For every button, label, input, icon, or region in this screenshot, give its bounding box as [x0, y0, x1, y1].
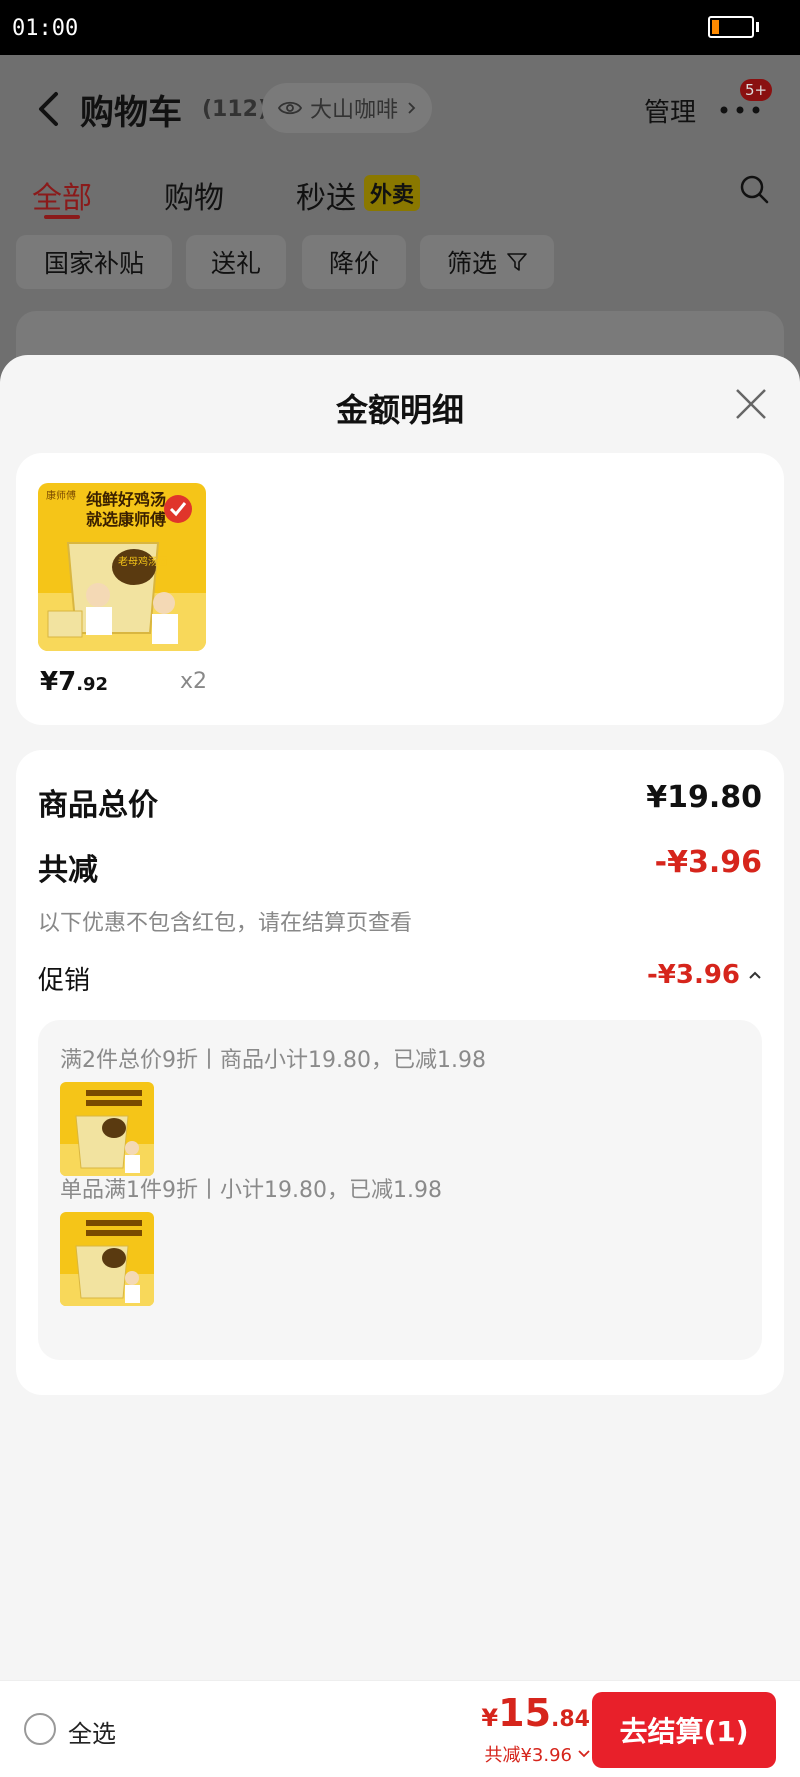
- discount-note: 以下优惠不包含红包，请在结算页查看: [38, 911, 413, 936]
- total-saved-toggle[interactable]: 共减¥3.96: [484, 1741, 590, 1767]
- filter-price-drop[interactable]: 降价: [302, 235, 406, 289]
- cart-count: (112): [202, 97, 269, 122]
- total-price-label: 商品总价: [38, 788, 158, 823]
- filter-national-subsidy[interactable]: 国家补贴: [16, 235, 172, 289]
- promotion-details: 满2件总价9折丨商品小计19.80，已减1.98 单品满1件9折丨小计19.80…: [38, 1020, 762, 1360]
- promotion-rule-1: 满2件总价9折丨商品小计19.80，已减1.98: [60, 1048, 486, 1073]
- chevron-right-icon: [408, 102, 416, 114]
- total-amount: ¥15.84: [481, 1691, 590, 1735]
- close-icon[interactable]: [734, 387, 768, 421]
- product-price: ¥7.92: [40, 667, 108, 697]
- tab-instant[interactable]: 秒送: [296, 173, 356, 217]
- filter-label: 国家补贴: [43, 249, 144, 278]
- eye-icon: [278, 101, 302, 115]
- select-all-label[interactable]: 全选: [68, 1714, 116, 1749]
- notification-badge: 5+: [740, 79, 773, 101]
- takeout-badge: 外卖: [364, 175, 421, 211]
- tab-active-indicator: [44, 215, 80, 219]
- promotion-product-thumb: [60, 1082, 154, 1176]
- product-seal-text: 老母鸡汤面: [118, 555, 168, 568]
- discount-label: 共减: [38, 853, 98, 888]
- amount-detail-sheet: 金额明细 康师傅 纯鲜好鸡汤 就选康师傅 老母鸡汤面 ¥7.92 x2 商品总价…: [0, 355, 800, 1777]
- manage-button[interactable]: 管理: [644, 92, 696, 129]
- promotion-value: -¥3.96: [646, 960, 740, 990]
- store-name: 大山咖啡: [310, 98, 399, 123]
- back-arrow-icon[interactable]: [36, 91, 62, 127]
- search-icon[interactable]: [738, 173, 770, 205]
- total-currency: ¥: [481, 1704, 499, 1732]
- product-image[interactable]: 康师傅 纯鲜好鸡汤 就选康师傅 老母鸡汤面: [38, 483, 206, 651]
- product-slogan-2: 就选康师傅: [86, 510, 166, 529]
- total-price-value: ¥19.80: [646, 780, 762, 815]
- status-time: 01:00: [12, 16, 79, 41]
- select-all-checkbox[interactable]: [24, 1713, 56, 1745]
- filter-label: 筛选: [446, 249, 497, 278]
- product-slogan-1: 纯鲜好鸡汤: [86, 490, 166, 509]
- battery-tip: [756, 22, 759, 32]
- promotion-rule-2: 单品满1件9折丨小计19.80，已减1.98: [60, 1178, 442, 1203]
- filter-gift[interactable]: 送礼: [186, 235, 286, 289]
- price-main: ¥7: [40, 667, 77, 697]
- filter-label: 送礼: [210, 249, 261, 278]
- price-summary-card: 商品总价 ¥19.80 共减 -¥3.96 以下优惠不包含红包，请在结算页查看 …: [16, 750, 784, 1395]
- promotion-toggle[interactable]: -¥3.96: [647, 960, 762, 990]
- product-list-card: 康师傅 纯鲜好鸡汤 就选康师傅 老母鸡汤面 ¥7.92 x2: [16, 453, 784, 725]
- chevron-down-icon: [578, 1750, 590, 1758]
- price-decimal: .92: [76, 674, 109, 695]
- discount-value: -¥3.96: [654, 845, 762, 880]
- product-quantity: x2: [180, 669, 208, 694]
- checkout-button[interactable]: 去结算(1): [592, 1692, 776, 1768]
- filter-label: 降价: [328, 249, 379, 278]
- checkout-bar: 全选 ¥15.84 共减¥3.96 去结算(1): [0, 1680, 800, 1777]
- promotion-label: 促销: [38, 966, 91, 996]
- promotion-product-thumb: [60, 1212, 154, 1306]
- tab-all[interactable]: 全部: [32, 173, 92, 217]
- total-decimal: .84: [551, 1707, 590, 1732]
- filter-more[interactable]: 筛选: [420, 235, 554, 289]
- tab-shopping[interactable]: 购物: [164, 173, 224, 217]
- status-bar: 01:00: [0, 0, 800, 55]
- chevron-up-icon: [749, 971, 761, 979]
- total-integer: 15: [498, 1691, 552, 1735]
- filter-funnel-icon: [507, 253, 527, 271]
- total-saved: 共减¥3.96: [484, 1745, 572, 1766]
- battery-icon: [708, 16, 754, 38]
- more-icon[interactable]: [720, 103, 760, 117]
- sheet-title: 金额明细: [335, 391, 464, 429]
- brand-logo-text: 康师傅: [46, 489, 76, 502]
- page-title: 购物车: [80, 93, 182, 133]
- store-chip[interactable]: 大山咖啡: [262, 83, 433, 133]
